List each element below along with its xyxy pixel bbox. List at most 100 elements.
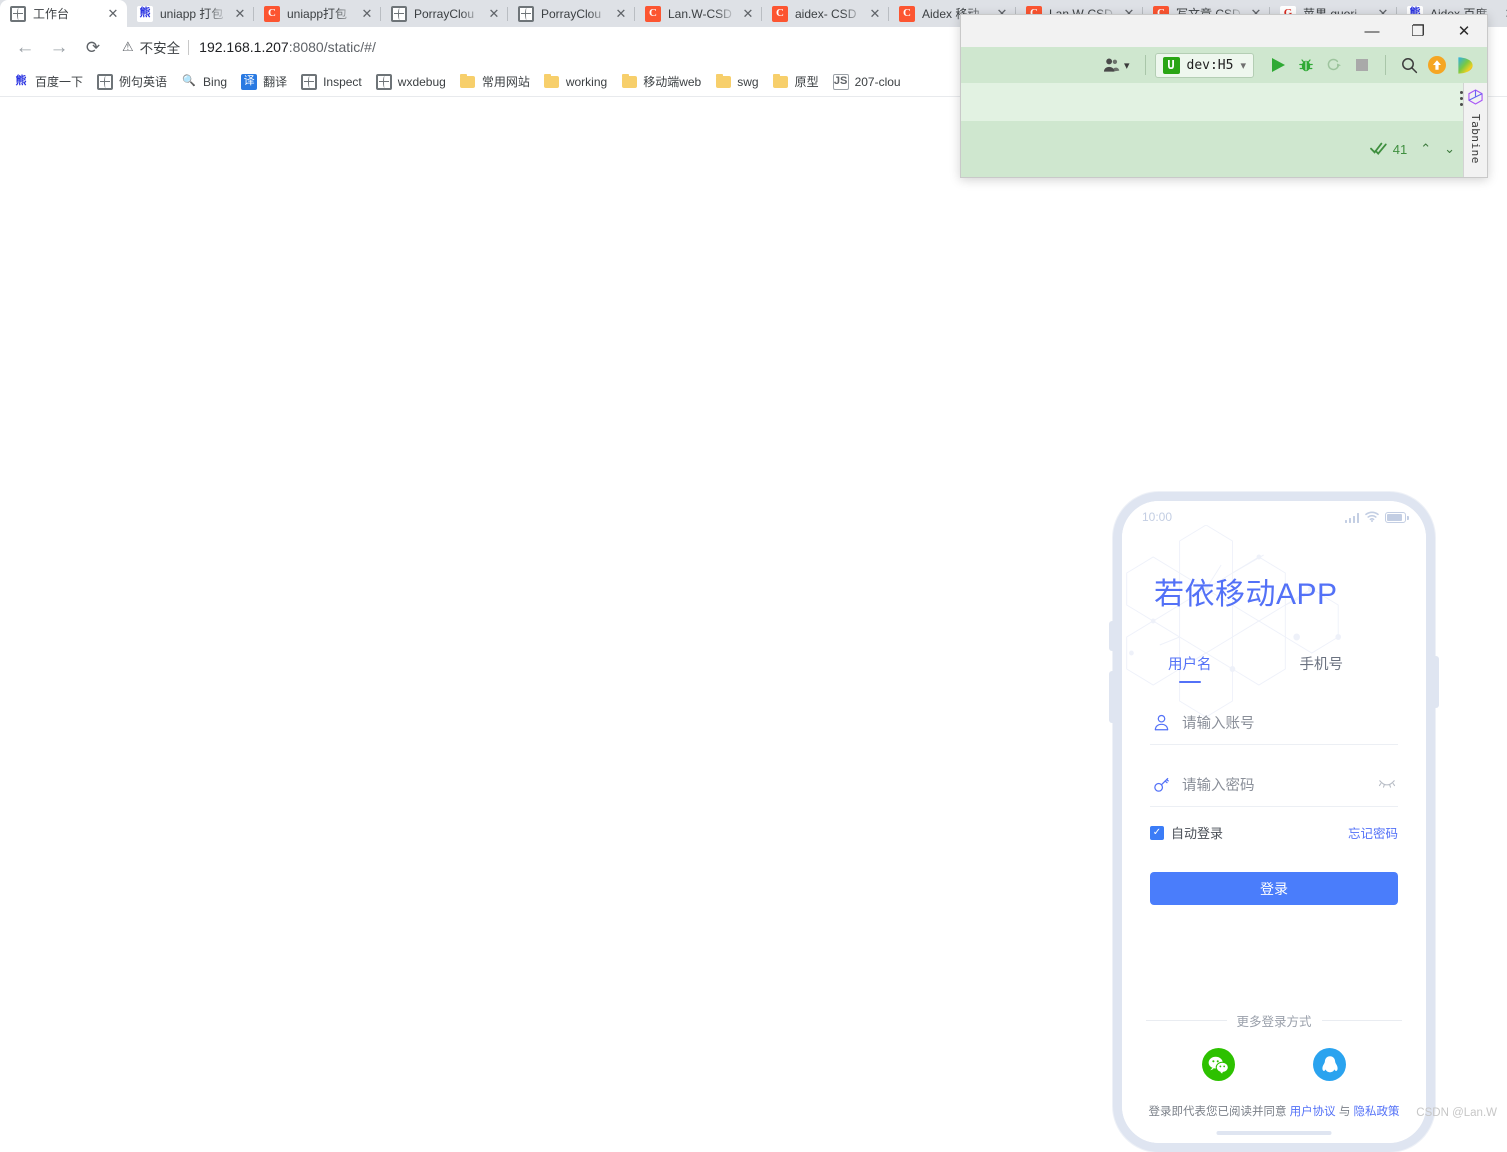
chevron-down-icon[interactable]: ⌄ <box>1444 141 1455 157</box>
close-icon[interactable]: ✕ <box>105 6 121 22</box>
close-icon[interactable]: ✕ <box>1502 6 1507 22</box>
back-arrow-icon[interactable]: ← <box>10 32 40 62</box>
close-icon[interactable]: ✕ <box>1441 15 1487 47</box>
more-login-label: 更多登录方式 <box>1237 1011 1312 1030</box>
tabnine-cube-icon <box>1468 89 1483 110</box>
search-icon: 🔍 <box>181 74 197 90</box>
qq-icon[interactable] <box>1313 1048 1346 1081</box>
search-icon[interactable] <box>1395 51 1423 79</box>
bookmark-item[interactable]: working <box>537 71 614 93</box>
privacy-policy-link[interactable]: 隐私政策 <box>1354 1106 1400 1118</box>
csdn-icon: C <box>645 6 661 22</box>
browser-tab[interactable]: 工作台 ✕ <box>0 0 127 27</box>
tab-title: aidex- CSD <box>795 7 863 21</box>
run-target-select[interactable]: U dev:H5 ▾ <box>1155 53 1255 78</box>
tabnine-sidebar[interactable]: Tabnine <box>1463 83 1487 177</box>
user-icon <box>1150 713 1172 732</box>
folder-icon <box>716 76 731 88</box>
login-method-tabs: 用户名 手机号 <box>1168 653 1390 683</box>
auto-login-checkbox[interactable]: ✓ 自动登录 <box>1150 823 1223 842</box>
agreement-text: 登录即代表您已阅读并同意 用户协议 与 隐私政策 <box>1122 1103 1426 1119</box>
bookmark-item[interactable]: 原型 <box>766 70 826 93</box>
forgot-password-link[interactable]: 忘记密码 <box>1348 823 1398 842</box>
problem-count[interactable]: 41 <box>1370 141 1407 158</box>
bookmark-item[interactable]: 常用网站 <box>453 70 537 93</box>
play-color-icon[interactable] <box>1451 51 1479 79</box>
browser-tab[interactable]: C aidex- CSD ✕ <box>762 0 889 27</box>
close-icon[interactable]: ✕ <box>613 6 629 22</box>
user-agreement-link[interactable]: 用户协议 <box>1290 1106 1336 1118</box>
tab-phone[interactable]: 手机号 <box>1300 653 1344 683</box>
debug-bug-icon[interactable] <box>1292 51 1320 79</box>
browser-tab[interactable]: PorrayClou ✕ <box>508 0 635 27</box>
folder-icon <box>773 76 788 88</box>
bookmark-item[interactable]: swg <box>708 71 765 93</box>
auto-login-label: 自动登录 <box>1171 823 1223 842</box>
login-options-row: ✓ 自动登录 忘记密码 <box>1150 823 1398 842</box>
phone-status-bar: 10:00 <box>1122 501 1426 533</box>
browser-tab[interactable]: PorrayClou ✕ <box>381 0 508 27</box>
key-icon <box>1150 775 1172 794</box>
tab-username[interactable]: 用户名 <box>1168 653 1212 683</box>
browser-tab[interactable]: C uniapp打包 ✕ <box>254 0 381 27</box>
close-icon[interactable]: ✕ <box>359 6 375 22</box>
browser-tab[interactable]: 熊 uniapp 打包 ✕ <box>127 0 254 27</box>
login-button[interactable]: 登录 <box>1150 872 1398 905</box>
run-icon[interactable] <box>1264 51 1292 79</box>
hbuilderx-editor-area[interactable] <box>961 83 1487 121</box>
uniapp-logo-icon: U <box>1163 57 1180 74</box>
bookmark-item[interactable]: 🔍 Bing <box>174 71 234 93</box>
stop-icon[interactable] <box>1348 51 1376 79</box>
address-bar-url: 192.168.1.207:8080/static/#/ <box>199 39 376 55</box>
forward-arrow-icon[interactable]: → <box>44 32 74 62</box>
tab-title: PorrayClou <box>541 7 609 21</box>
close-icon[interactable]: ✕ <box>867 6 883 22</box>
bookmark-label: 常用网站 <box>482 73 530 90</box>
bookmark-label: swg <box>737 75 758 89</box>
double-check-icon <box>1370 141 1388 158</box>
user-chevron-down-icon[interactable]: ▾ <box>1124 59 1130 72</box>
folder-icon <box>460 76 475 88</box>
close-icon[interactable]: ✕ <box>740 6 756 22</box>
csdn-icon: C <box>772 6 788 22</box>
chevron-up-icon[interactable]: ⌃ <box>1420 141 1431 157</box>
username-field[interactable]: 请输入账号 <box>1150 701 1398 745</box>
bookmark-item[interactable]: JS 207-clou <box>826 71 908 93</box>
minimize-icon[interactable]: — <box>1349 15 1395 47</box>
browser-tab[interactable]: C Lan.W-CSD ✕ <box>635 0 762 27</box>
folder-icon <box>622 76 637 88</box>
phone-screen: 10:00 <box>1122 501 1426 1143</box>
bookmark-item[interactable]: 例句英语 <box>90 70 174 93</box>
bookmark-item[interactable]: 熊 百度一下 <box>6 70 90 93</box>
bookmark-label: working <box>566 75 607 89</box>
upload-icon[interactable] <box>1423 51 1451 79</box>
hbuilderx-titlebar[interactable]: — ❐ ✕ <box>961 15 1487 47</box>
home-indicator <box>1217 1131 1332 1135</box>
restore-icon[interactable]: ❐ <box>1395 15 1441 47</box>
bookmark-item[interactable]: 移动端web <box>614 70 708 93</box>
not-secure-warning-icon[interactable]: ⚠ <box>122 39 134 55</box>
bookmark-label: Inspect <box>323 75 362 89</box>
user-account-icon[interactable]: ▾ <box>1103 57 1130 73</box>
bookmark-item[interactable]: 译 翻译 <box>234 70 294 93</box>
chevron-down-icon[interactable]: ▾ <box>1240 59 1246 72</box>
close-icon[interactable]: ✕ <box>232 6 248 22</box>
baidu-icon: 熊 <box>13 74 29 90</box>
wechat-icon[interactable] <box>1202 1048 1235 1081</box>
alternate-login-section: 更多登录方式 <box>1122 1011 1426 1119</box>
globe-icon <box>391 6 407 22</box>
globe-icon <box>10 6 26 22</box>
restart-icon[interactable] <box>1320 51 1348 79</box>
csdn-icon: C <box>899 6 915 22</box>
bookmark-item[interactable]: Inspect <box>294 71 369 93</box>
close-icon[interactable]: ✕ <box>486 6 502 22</box>
password-field[interactable]: 请输入密码 <box>1150 763 1398 807</box>
bookmark-label: 原型 <box>795 73 819 90</box>
bookmark-item[interactable]: wxdebug <box>369 71 453 93</box>
url-path: :8080/static/#/ <box>289 39 376 55</box>
bookmark-label: 207-clou <box>855 75 901 89</box>
more-login-divider: 更多登录方式 <box>1146 1011 1402 1030</box>
agreement-prefix: 登录即代表您已阅读并同意 <box>1148 1106 1289 1118</box>
eye-closed-icon[interactable] <box>1378 776 1396 793</box>
reload-icon[interactable]: ⟳ <box>78 32 108 62</box>
